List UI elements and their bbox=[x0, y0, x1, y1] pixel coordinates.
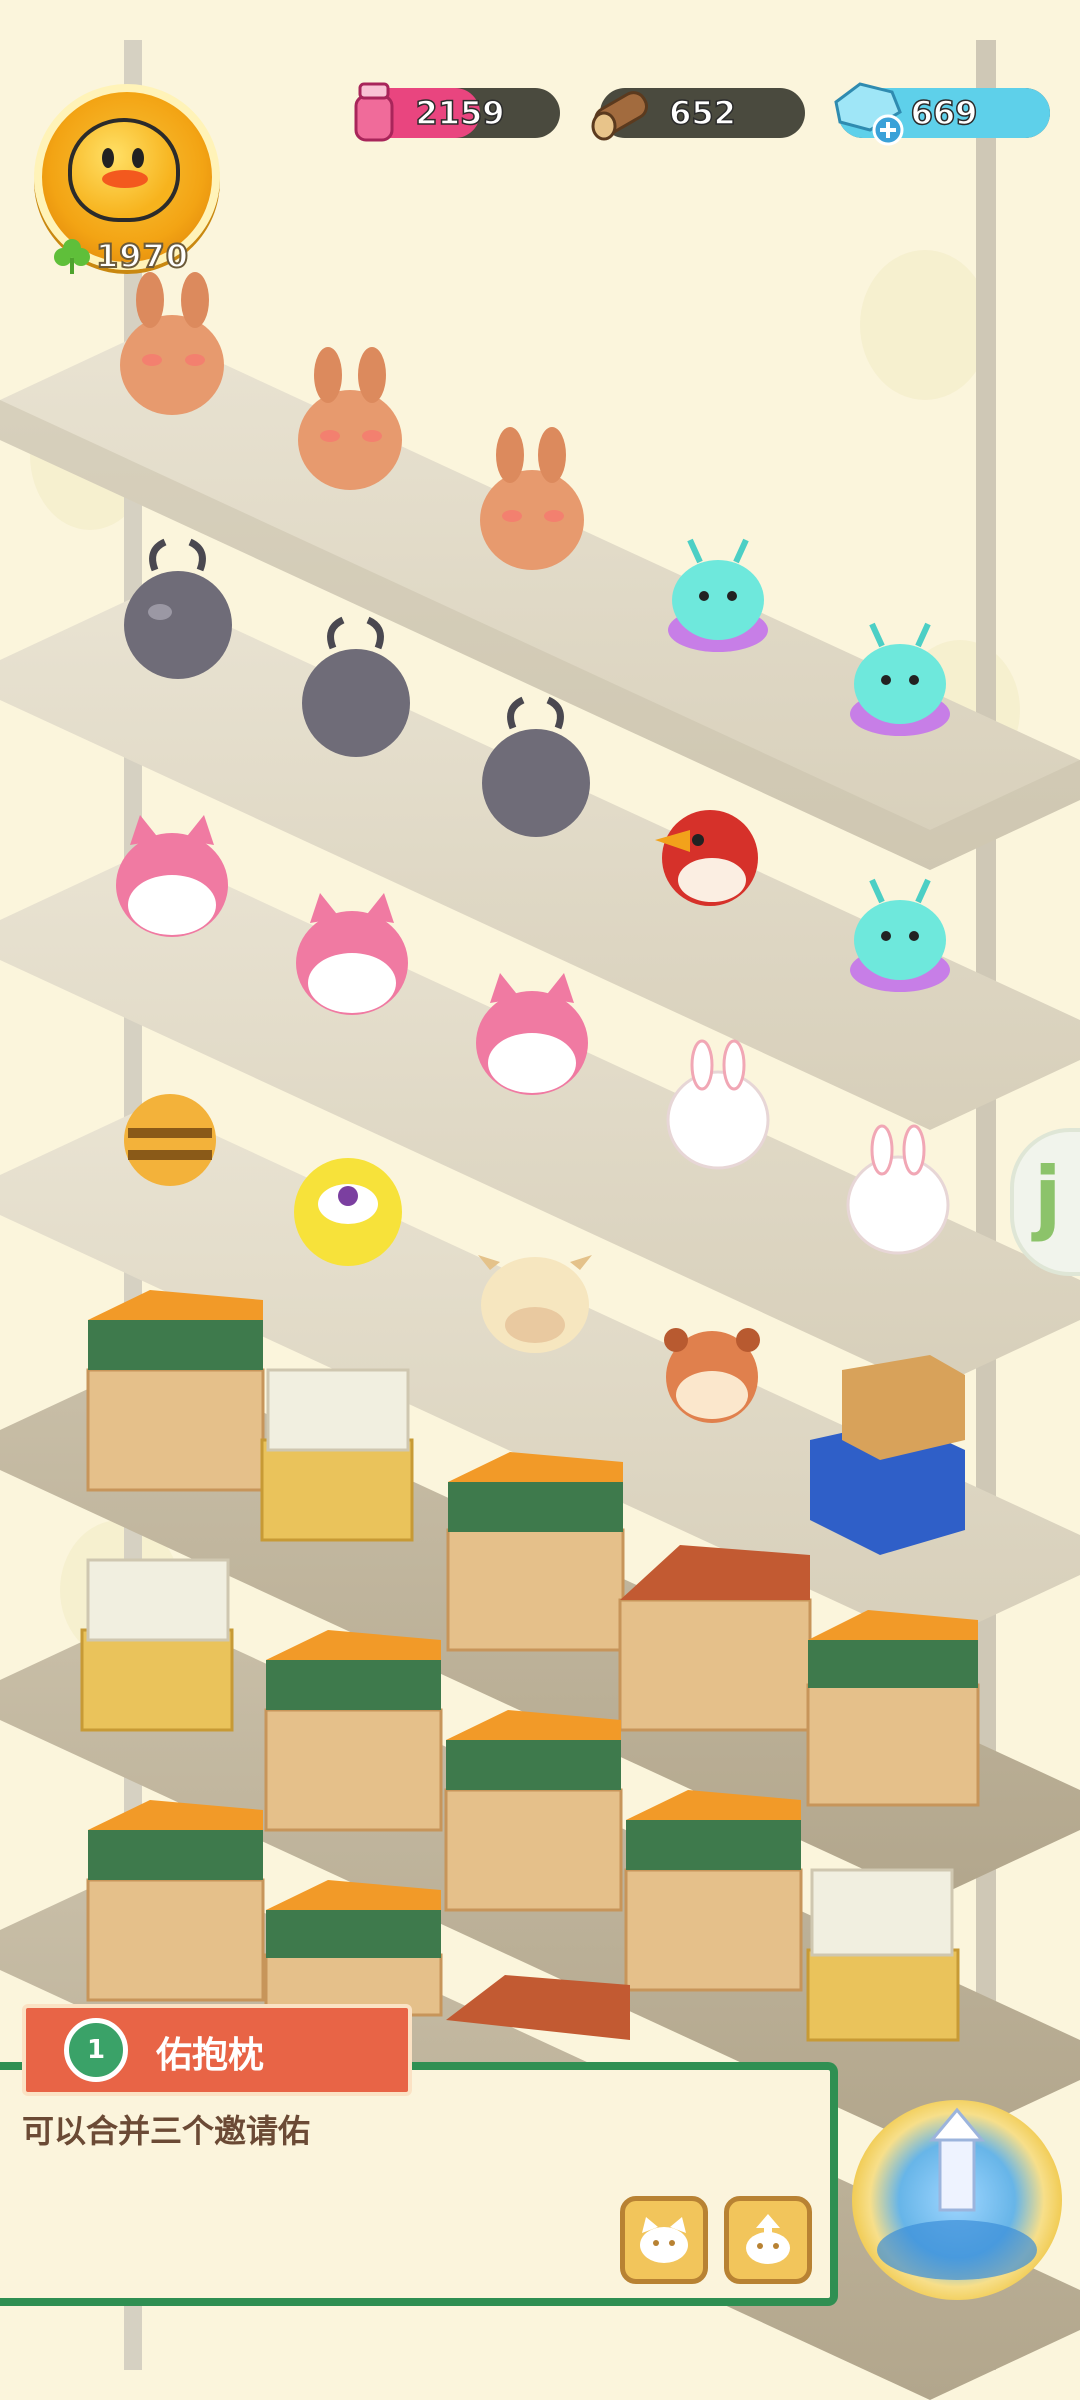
piece-brown-book-box[interactable] bbox=[618, 1545, 812, 1732]
wood-log-icon bbox=[591, 91, 648, 141]
piece-gray-beetle[interactable] bbox=[482, 696, 590, 837]
cat-up-arrow-icon bbox=[746, 2214, 790, 2264]
cat-face-icon bbox=[640, 2217, 688, 2263]
piece-cyan-jelly[interactable] bbox=[668, 538, 768, 652]
piece-brown-bunny[interactable] bbox=[298, 347, 402, 490]
timer-icon: 1 bbox=[64, 2018, 128, 2082]
piece-box-stack[interactable] bbox=[810, 1355, 965, 1555]
piece-pink-fox[interactable] bbox=[296, 893, 408, 1015]
clover-icon bbox=[54, 239, 90, 274]
piece-white-bunny[interactable] bbox=[846, 1124, 950, 1255]
clover-counter: 1970 bbox=[52, 236, 189, 276]
piece-cream-box[interactable] bbox=[260, 1368, 414, 1542]
piece-cyan-jelly[interactable] bbox=[850, 622, 950, 736]
piece-cyan-jelly[interactable] bbox=[850, 878, 950, 992]
piece-gray-beetle[interactable] bbox=[302, 616, 410, 757]
potion-jar-icon bbox=[354, 82, 394, 142]
gem-plus-icon[interactable] bbox=[830, 78, 906, 148]
piece-book-box[interactable] bbox=[444, 1710, 623, 1912]
cat-face-button[interactable] bbox=[620, 2196, 708, 2284]
piece-yellow-cat[interactable] bbox=[294, 1158, 402, 1266]
task-description: 可以合并三个邀请佑 bbox=[22, 2112, 311, 2150]
fountain-building-button[interactable] bbox=[852, 2100, 1062, 2300]
piece-book-box[interactable] bbox=[806, 1610, 980, 1807]
clover-count: 1970 bbox=[95, 236, 190, 276]
potion-count: 2159 bbox=[415, 93, 506, 133]
piece-book-box[interactable] bbox=[264, 1880, 443, 2017]
timer-badge: 1 bbox=[86, 2035, 106, 2065]
piece-white-bunny[interactable] bbox=[666, 1039, 770, 1170]
piece-book-box[interactable] bbox=[86, 1290, 265, 1492]
piece-book-box[interactable] bbox=[624, 1790, 803, 1992]
piece-book-box[interactable] bbox=[446, 1452, 625, 1652]
side-badge-logo-icon: j bbox=[1034, 1150, 1062, 1243]
piece-book-box[interactable] bbox=[264, 1630, 443, 1832]
piece-cream-box[interactable] bbox=[80, 1558, 234, 1732]
chick-avatar-icon bbox=[68, 118, 180, 222]
task-title-tab: 1 佑抱枕 bbox=[22, 2004, 412, 2096]
wood-count: 652 bbox=[668, 93, 736, 133]
gem-count: 669 bbox=[910, 93, 978, 133]
piece-book-box[interactable] bbox=[86, 1800, 265, 2002]
upgrade-cat-button[interactable] bbox=[724, 2196, 812, 2284]
piece-brown-bunny[interactable] bbox=[480, 427, 584, 570]
task-panel bbox=[0, 2062, 838, 2306]
fountain-icon bbox=[877, 2107, 1037, 2280]
task-title: 佑抱枕 bbox=[156, 2035, 265, 2076]
piece-cream-box[interactable] bbox=[806, 1868, 960, 2042]
piece-pink-fox[interactable] bbox=[476, 973, 588, 1095]
piece-bee[interactable] bbox=[124, 1094, 216, 1186]
